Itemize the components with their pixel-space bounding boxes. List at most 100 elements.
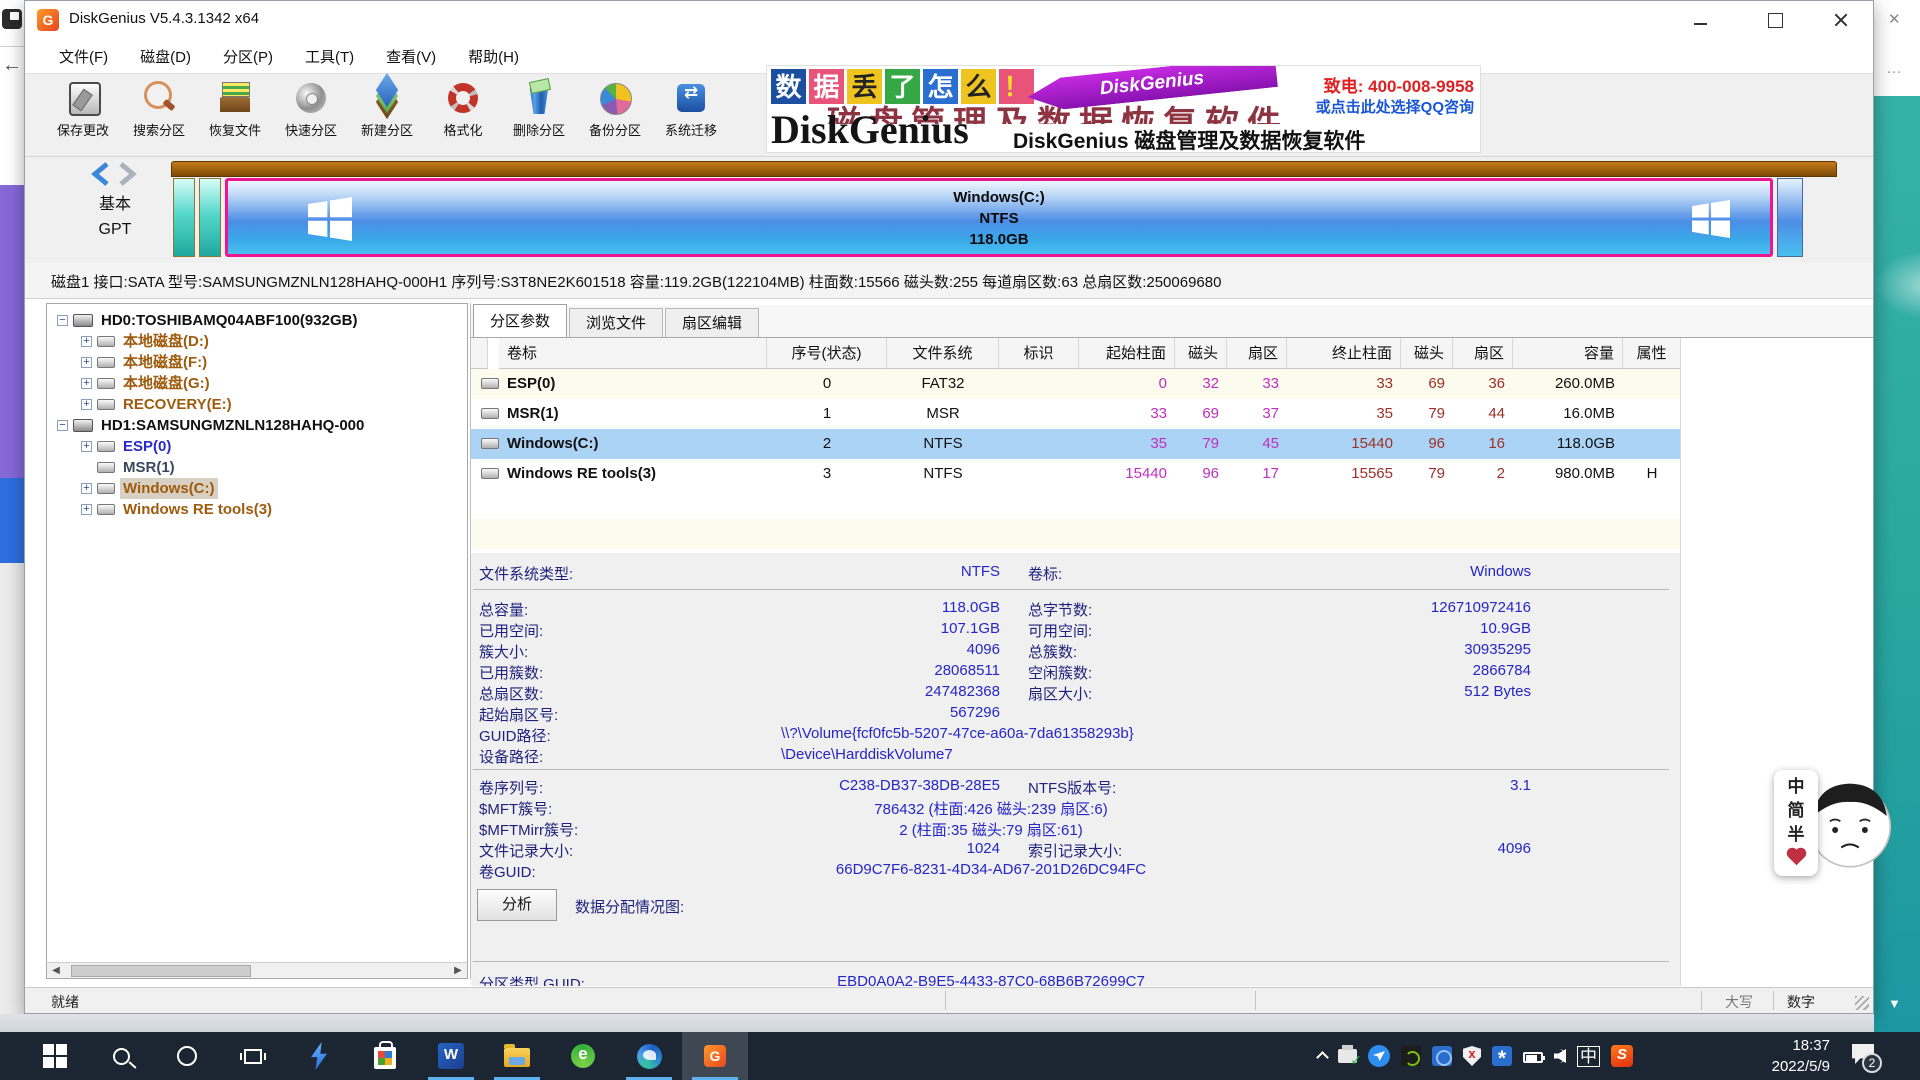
column-header[interactable]: 容量 <box>1513 338 1623 369</box>
partition-esp-bar[interactable] <box>173 178 195 257</box>
expander-icon[interactable]: − <box>57 315 68 326</box>
tree-item-4[interactable]: +RECOVERY(E:) <box>47 394 467 415</box>
tab-1[interactable]: 浏览文件 <box>569 308 663 337</box>
ime-mascot-face[interactable] <box>1806 774 1894 872</box>
banner-qq-link[interactable]: 或点击此处选择QQ咨询 <box>1316 96 1474 117</box>
cortana-button[interactable] <box>154 1032 220 1080</box>
disk-nav-arrows[interactable] <box>89 161 141 187</box>
table-row-3[interactable]: Windows RE tools(3)3NTFS1544096171556579… <box>471 459 1681 489</box>
toolbar-del-button[interactable]: 删除分区 <box>501 74 577 156</box>
table-row-0[interactable]: ESP(0)0FAT3203233336936260.0MB <box>471 369 1681 399</box>
minimize-button[interactable] <box>1681 7 1721 33</box>
tree-item-1[interactable]: +本地磁盘(D:) <box>47 331 467 352</box>
expander-icon[interactable]: + <box>81 399 92 410</box>
scrollbar-thumb[interactable] <box>71 965 251 977</box>
scroll-left-icon[interactable]: ◀ <box>50 965 62 977</box>
column-header[interactable]: 序号(状态) <box>767 338 887 369</box>
toolbar-format-button[interactable]: 格式化 <box>425 74 501 156</box>
expander-icon[interactable]: + <box>81 504 92 515</box>
volume-icon[interactable] <box>1554 1049 1566 1063</box>
security-shield-tray-icon[interactable] <box>1463 1046 1481 1066</box>
column-header[interactable]: 卷标 <box>499 338 767 369</box>
toolbar-save-button[interactable]: 保存更改 <box>45 74 121 156</box>
tree-item-9[interactable]: +Windows RE tools(3) <box>47 499 467 520</box>
menu-help[interactable]: 帮助(H) <box>456 43 531 70</box>
close-button[interactable] <box>1821 7 1861 33</box>
analyze-button[interactable]: 分析 <box>477 889 557 921</box>
ad-banner[interactable]: 数据丢了怎么！ 磁盘管理及数据恢复软件 DiskGenius DiskGeniu… <box>766 65 1481 153</box>
start-button[interactable] <box>22 1032 88 1080</box>
partition-re-bar[interactable] <box>1777 178 1803 257</box>
close-icon[interactable]: ✕ <box>1888 10 1901 28</box>
toolbar-quick-button[interactable]: 快速分区 <box>273 74 349 156</box>
table-row-1[interactable]: MSR(1)1MSR33693735794416.0MB <box>471 399 1681 429</box>
sogou-ime-widget[interactable]: 中 简 半 <box>1774 770 1818 876</box>
nvidia-tray-icon[interactable] <box>1401 1046 1421 1066</box>
scroll-caret-icon[interactable]: ▼ <box>1888 996 1901 1011</box>
column-header[interactable]: 磁头 <box>1175 338 1227 369</box>
expander-icon[interactable]: + <box>81 357 92 368</box>
column-header[interactable]: 扇区 <box>1453 338 1513 369</box>
toolbar-recover-button[interactable]: 恢复文件 <box>197 74 273 156</box>
dingtalk-tray-icon[interactable] <box>1368 1045 1390 1067</box>
tree-item-2[interactable]: +本地磁盘(F:) <box>47 352 467 373</box>
diskgenius-taskbar-button[interactable] <box>682 1032 748 1080</box>
tree-item-7[interactable]: MSR(1) <box>47 457 467 478</box>
column-header[interactable]: 终止柱面 <box>1287 338 1401 369</box>
task-view-button[interactable] <box>220 1032 286 1080</box>
tree-item-6[interactable]: +ESP(0) <box>47 436 467 457</box>
tree-item-8[interactable]: +Windows(C:) <box>47 478 467 499</box>
store-app-button[interactable] <box>352 1032 418 1080</box>
status-capslock: 大写 <box>1725 992 1753 1012</box>
expander-icon[interactable]: + <box>81 441 92 452</box>
battery-icon[interactable] <box>1523 1052 1543 1063</box>
partition-msr-bar[interactable] <box>199 178 221 257</box>
tab-0[interactable]: 分区参数 <box>473 304 567 337</box>
tab-2[interactable]: 扇区编辑 <box>665 308 759 337</box>
printer-tray-icon[interactable] <box>1338 1049 1357 1063</box>
menu-file[interactable]: 文件(F) <box>47 43 120 70</box>
column-header[interactable]: 文件系统 <box>887 338 999 369</box>
tree-horizontal-scrollbar[interactable]: ◀ ▶ <box>46 962 468 979</box>
partition-c-bar[interactable]: Windows(C:) NTFS 118.0GB <box>225 178 1773 257</box>
column-header[interactable]: 起始柱面 <box>1079 338 1175 369</box>
toolbar-backup-button[interactable]: 备份分区 <box>577 74 653 156</box>
expander-icon[interactable]: − <box>57 420 68 431</box>
tree-item-3[interactable]: +本地磁盘(G:) <box>47 373 467 394</box>
feishu-app-button[interactable] <box>286 1032 352 1080</box>
menu-disk[interactable]: 磁盘(D) <box>128 43 203 70</box>
expander-icon[interactable]: + <box>81 483 92 494</box>
back-arrow-icon[interactable]: ← <box>2 54 22 77</box>
tree-item-5[interactable]: −HD1:SAMSUNGMZNLN128HAHQ-000 <box>47 415 467 436</box>
search-button[interactable] <box>88 1032 154 1080</box>
table-row-2[interactable]: Windows(C:)2NTFS357945154409616118.0GB <box>471 429 1681 459</box>
file-explorer-button[interactable] <box>484 1032 550 1080</box>
resize-grip[interactable] <box>1855 996 1869 1010</box>
menu-view[interactable]: 查看(V) <box>374 43 448 70</box>
taskbar-clock[interactable]: 18:37 2022/5/9 <box>1738 1035 1830 1077</box>
intel-graphics-tray-icon[interactable] <box>1432 1046 1452 1066</box>
tree-item-0[interactable]: −HD0:TOSHIBAMQ04ABF100(932GB) <box>47 310 467 331</box>
word-app-button[interactable] <box>418 1032 484 1080</box>
column-header[interactable]: 扇区 <box>1227 338 1287 369</box>
column-header[interactable]: 属性 <box>1623 338 1681 369</box>
menu-partition[interactable]: 分区(P) <box>211 43 285 70</box>
sogou-tray-icon[interactable] <box>1611 1045 1633 1067</box>
table-cell: 79 <box>1401 399 1453 429</box>
toolbar-migrate-button[interactable]: 系统迁移 <box>653 74 729 156</box>
edge-app-button[interactable] <box>616 1032 682 1080</box>
maximize-button[interactable] <box>1755 7 1795 33</box>
snowflake-tray-icon[interactable] <box>1492 1046 1512 1066</box>
ime-indicator[interactable]: 中 <box>1577 1046 1600 1067</box>
column-header[interactable]: 磁头 <box>1401 338 1453 369</box>
column-header[interactable]: 标识 <box>999 338 1079 369</box>
toolbar-new-button[interactable]: 新建分区 <box>349 74 425 156</box>
menu-tools[interactable]: 工具(T) <box>293 43 366 70</box>
browser-360-button[interactable] <box>550 1032 616 1080</box>
tray-expand-icon[interactable] <box>1316 1051 1329 1064</box>
expander-icon[interactable]: + <box>81 336 92 347</box>
toolbar-search-button[interactable]: 搜索分区 <box>121 74 197 156</box>
more-icon[interactable]: … <box>1886 60 1903 78</box>
expander-icon[interactable]: + <box>81 378 92 389</box>
scroll-right-icon[interactable]: ▶ <box>452 965 464 977</box>
